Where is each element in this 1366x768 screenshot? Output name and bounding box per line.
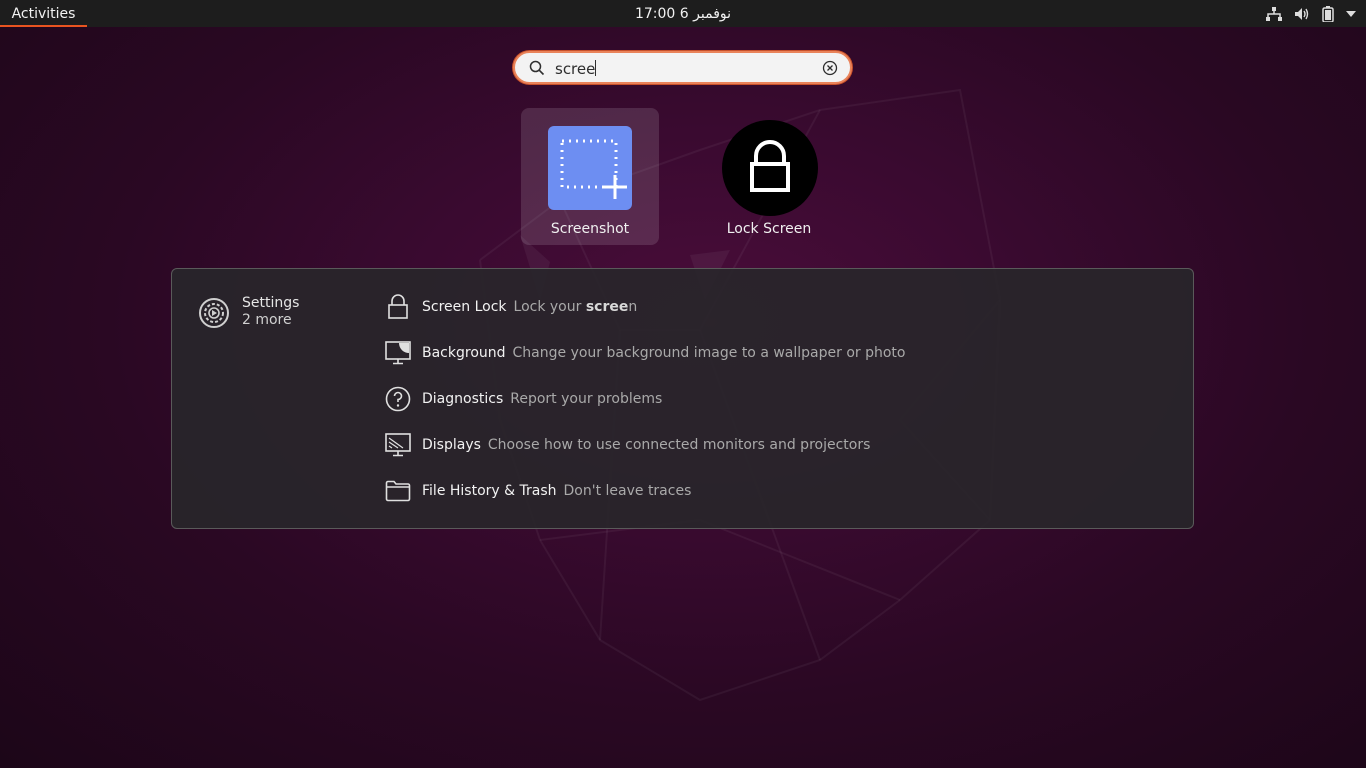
result-diagnostics[interactable]: Diagnostics Report your problems <box>384 384 1164 414</box>
search-entry[interactable]: scree <box>513 51 852 84</box>
result-title: Screen Lock <box>422 299 507 315</box>
background-icon <box>384 339 412 367</box>
result-title: Displays <box>422 437 481 453</box>
top-bar: Activities نوفمبر 6 17:00 <box>0 0 1366 27</box>
result-screen-lock[interactable]: Screen Lock Lock your screen <box>384 292 1164 322</box>
app-label-screenshot: Screenshot <box>550 221 630 237</box>
result-description: Choose how to use connected monitors and… <box>487 437 871 453</box>
padlock-icon <box>384 293 412 321</box>
provider-name: Settings <box>242 295 300 311</box>
clock[interactable]: نوفمبر 6 17:00 <box>600 0 766 27</box>
battery-icon <box>1322 5 1334 22</box>
result-displays[interactable]: Displays Choose how to use connected mon… <box>384 430 1164 460</box>
volume-icon <box>1294 7 1310 21</box>
search-input[interactable]: scree <box>555 59 597 79</box>
display-icon <box>384 431 412 459</box>
clear-icon[interactable] <box>822 60 838 80</box>
help-icon <box>384 385 412 413</box>
app-result-lock-screen[interactable]: Lock Screen <box>700 108 838 245</box>
provider-more[interactable]: 2 more <box>242 312 292 328</box>
activities-button[interactable]: Activities <box>0 0 87 27</box>
result-description: Lock your screen <box>513 299 638 315</box>
result-title: Background <box>422 345 506 361</box>
folder-icon <box>384 477 412 505</box>
screenshot-icon <box>548 126 632 210</box>
system-tray[interactable] <box>1266 0 1356 27</box>
settings-results-panel: Settings 2 more Screen Lock Lock your sc… <box>171 268 1194 529</box>
lock-icon <box>722 120 818 216</box>
result-title: File History & Trash <box>422 483 557 499</box>
menu-arrow-icon <box>1346 10 1356 18</box>
search-icon <box>529 60 545 80</box>
result-title: Diagnostics <box>422 391 504 407</box>
result-background[interactable]: Background Change your background image … <box>384 338 1164 368</box>
result-description: Change your background image to a wallpa… <box>512 345 906 361</box>
result-description: Report your problems <box>510 391 663 407</box>
app-result-screenshot[interactable]: Screenshot <box>521 108 659 245</box>
app-label-lock-screen: Lock Screen <box>726 221 812 237</box>
result-description: Don't leave traces <box>563 483 692 499</box>
result-file-history[interactable]: File History & Trash Don't leave traces <box>384 476 1164 506</box>
settings-gear-icon <box>198 297 230 333</box>
network-icon <box>1266 6 1282 21</box>
